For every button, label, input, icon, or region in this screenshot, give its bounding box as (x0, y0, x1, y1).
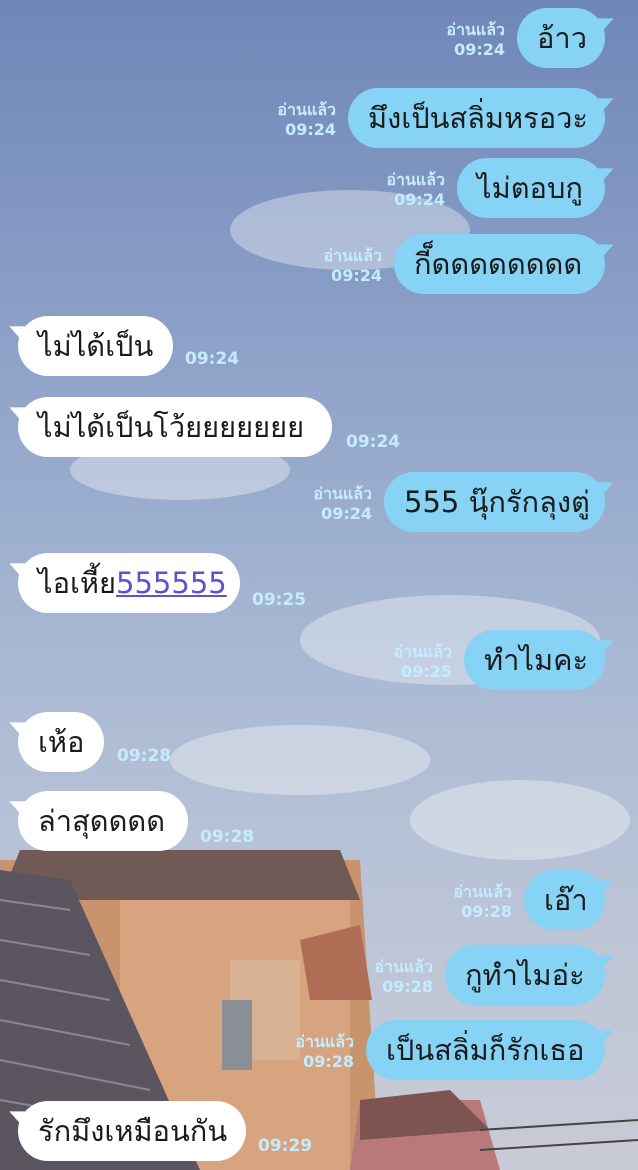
read-receipt: อ่านแล้ว (386, 170, 445, 189)
message-time: 09:24 (331, 266, 382, 285)
message-meta: อ่านแล้ว 09:24 (313, 484, 372, 524)
message-time: 09:28 (303, 1052, 354, 1071)
message-time: 09:28 (382, 977, 433, 996)
message-time: 09:24 (454, 40, 505, 59)
read-receipt: อ่านแล้ว (295, 1032, 354, 1051)
message-time: 09:25 (252, 590, 307, 610)
message-time: 09:28 (461, 902, 512, 921)
message-time: 09:29 (258, 1136, 313, 1156)
phone-number-link[interactable]: 555555 (116, 566, 227, 600)
incoming-message-bubble[interactable]: ไม่ได้เป็น (18, 316, 173, 376)
message-time: 09:24 (185, 349, 240, 369)
message-time: 09:24 (285, 120, 336, 139)
outgoing-message-bubble[interactable]: อ้าว (517, 8, 605, 68)
read-receipt: อ่านแล้ว (277, 100, 336, 119)
read-receipt: อ่านแล้ว (323, 246, 382, 265)
incoming-message-bubble[interactable]: รักมึงเหมือนกัน (18, 1101, 246, 1161)
read-receipt: อ่านแล้ว (446, 20, 505, 39)
read-receipt: อ่านแล้ว (393, 642, 452, 661)
message-time: 09:28 (117, 746, 172, 766)
outgoing-message-bubble[interactable]: ไม่ตอบกู (457, 158, 605, 218)
message-time: 09:24 (394, 190, 445, 209)
outgoing-message-bubble[interactable]: 555 นุ๊กรักลุงตู่ (384, 472, 605, 532)
incoming-message-bubble[interactable]: ไม่ได้เป็นโว้ยยยยยยย (18, 397, 332, 457)
message-meta: อ่านแล้ว 09:24 (277, 100, 336, 140)
message-meta: อ่านแล้ว 09:25 (393, 642, 452, 682)
outgoing-message-bubble[interactable]: มึงเป็นสลิ่มหรอวะ (348, 88, 605, 148)
message-meta: อ่านแล้ว 09:28 (453, 882, 512, 922)
outgoing-message-bubble[interactable]: ทำไมคะ (464, 630, 605, 690)
outgoing-message-bubble[interactable]: กูทำไมอ่ะ (445, 945, 605, 1005)
message-time: 09:25 (401, 662, 452, 681)
message-meta: อ่านแล้ว 09:28 (295, 1032, 354, 1072)
outgoing-message-bubble[interactable]: กี็ดดดดดดดด (394, 234, 605, 294)
message-meta: อ่านแล้ว 09:28 (374, 957, 433, 997)
incoming-message-bubble[interactable]: ล่าสุดดดด (18, 791, 188, 851)
incoming-message-bubble[interactable]: เห้อ (18, 712, 104, 772)
outgoing-message-bubble[interactable]: เอ๊า (524, 870, 605, 930)
read-receipt: อ่านแล้ว (453, 882, 512, 901)
incoming-message-bubble[interactable]: ไอเหี้ย555555 (18, 553, 240, 613)
read-receipt: อ่านแล้ว (374, 957, 433, 976)
message-meta: อ่านแล้ว 09:24 (323, 246, 382, 286)
message-time: 09:24 (346, 432, 401, 452)
message-time: 09:24 (321, 504, 372, 523)
read-receipt: อ่านแล้ว (313, 484, 372, 503)
message-text: ไอเหี้ย (38, 566, 117, 600)
message-meta: อ่านแล้ว 09:24 (446, 20, 505, 60)
message-meta: อ่านแล้ว 09:24 (386, 170, 445, 210)
outgoing-message-bubble[interactable]: เป็นสลิ่มก็รักเธอ (366, 1020, 605, 1080)
message-time: 09:28 (200, 827, 255, 847)
